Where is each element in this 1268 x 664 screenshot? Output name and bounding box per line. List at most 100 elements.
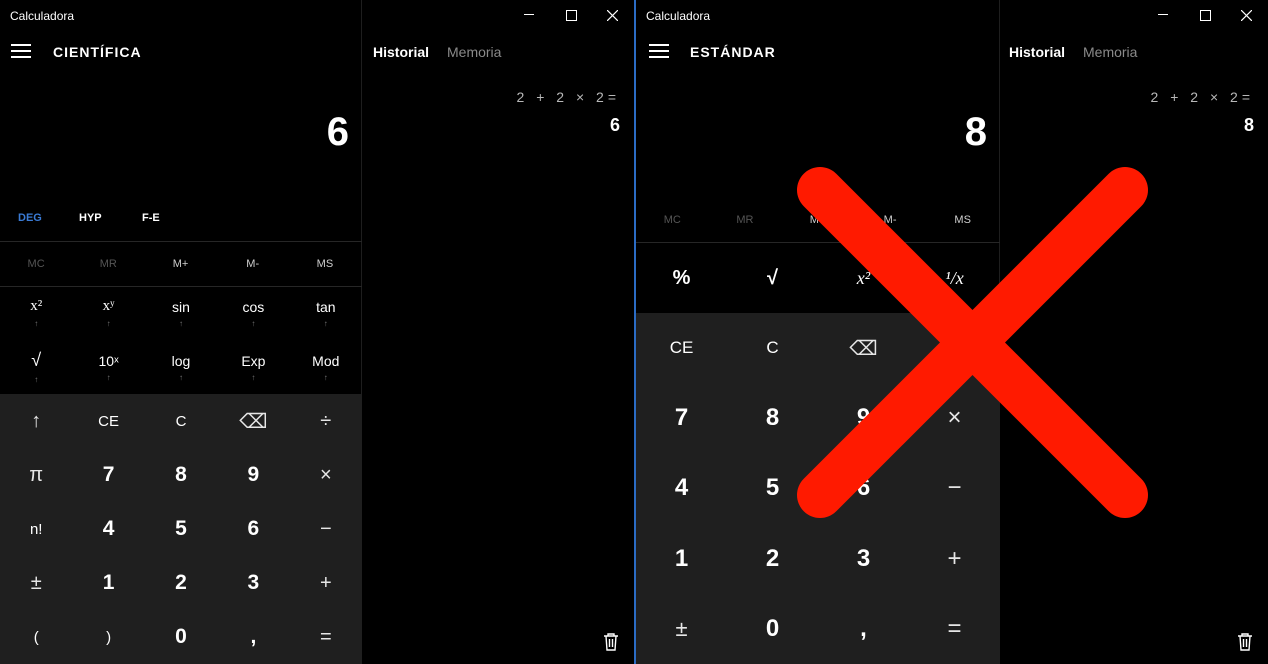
digit-8-button[interactable]: 8 xyxy=(145,448,217,502)
divide-button[interactable]: ÷ xyxy=(909,313,1000,383)
digit-4-button[interactable]: 4 xyxy=(72,502,144,556)
digit-1-button[interactable]: 1 xyxy=(636,524,727,594)
multiply-button[interactable]: × xyxy=(290,448,362,502)
history-result[interactable]: 6 xyxy=(610,115,620,136)
history-expression[interactable]: 2 + 2 × 2= xyxy=(1151,89,1254,105)
factorial-button[interactable]: n! xyxy=(0,502,72,556)
maximize-icon[interactable] xyxy=(1185,4,1225,26)
plus-button[interactable]: + xyxy=(909,524,1000,594)
sin-button[interactable]: sin ↑ xyxy=(145,286,217,340)
sqrt-button[interactable]: √ xyxy=(727,243,818,313)
clear-button[interactable]: C xyxy=(727,313,818,383)
arrow-up-icon: ↑ xyxy=(178,372,183,382)
log-button[interactable]: log ↑ xyxy=(145,340,217,394)
digit-6-button[interactable]: 6 xyxy=(217,502,289,556)
minus-button[interactable]: − xyxy=(909,453,1000,523)
arrow-up-icon: ↑ xyxy=(323,318,328,328)
equals-button[interactable]: = xyxy=(290,610,362,664)
menu-icon[interactable] xyxy=(11,44,31,58)
mod-button[interactable]: Mod ↑ xyxy=(290,340,362,394)
menu-icon[interactable] xyxy=(649,44,669,58)
backspace-button[interactable]: ⌫ xyxy=(217,394,289,448)
close-icon[interactable] xyxy=(1226,4,1266,26)
trash-icon[interactable] xyxy=(602,632,620,652)
maximize-icon[interactable] xyxy=(551,4,591,26)
clear-button[interactable]: C xyxy=(145,394,217,448)
tan-button[interactable]: tan ↑ xyxy=(290,286,362,340)
tab-historial[interactable]: Historial xyxy=(373,44,429,60)
m-plus-button[interactable]: M+ xyxy=(781,214,854,226)
reciprocal-button[interactable]: ¹/x xyxy=(909,243,1000,313)
clear-entry-button[interactable]: CE xyxy=(72,394,144,448)
tab-memoria[interactable]: Memoria xyxy=(1083,44,1137,60)
m-minus-button[interactable]: M- xyxy=(854,214,927,226)
backspace-button[interactable]: ⌫ xyxy=(818,313,909,383)
digit-5-button[interactable]: 5 xyxy=(727,453,818,523)
mc-button[interactable]: MC xyxy=(0,258,72,270)
digit-9-button[interactable]: 9 xyxy=(818,383,909,453)
app-title: Calculadora xyxy=(646,9,711,23)
digit-7-button[interactable]: 7 xyxy=(72,448,144,502)
open-paren-button[interactable]: ( xyxy=(0,610,72,664)
negate-button[interactable]: ± xyxy=(636,594,727,664)
equals-button[interactable]: = xyxy=(909,594,1000,664)
ms-button[interactable]: MS xyxy=(289,258,361,270)
scientific-calculator-window: Calculadora CIENTÍFICA 6 DEG HYP F-E MC … xyxy=(0,0,634,664)
digit-0-button[interactable]: 0 xyxy=(145,610,217,664)
digit-6-button[interactable]: 6 xyxy=(818,453,909,523)
percent-button[interactable]: % xyxy=(636,243,727,313)
digit-0-button[interactable]: 0 xyxy=(727,594,818,664)
digit-5-button[interactable]: 5 xyxy=(145,502,217,556)
minimize-icon[interactable] xyxy=(509,4,549,26)
mr-button[interactable]: MR xyxy=(72,258,144,270)
sqrt-button[interactable]: √ ↑ xyxy=(0,340,72,394)
pi-button[interactable]: π xyxy=(0,448,72,502)
close-icon[interactable] xyxy=(592,4,632,26)
fe-button[interactable]: F-E xyxy=(142,212,160,224)
digit-2-button[interactable]: 2 xyxy=(145,556,217,610)
clear-entry-button[interactable]: CE xyxy=(636,313,727,383)
digit-9-button[interactable]: 9 xyxy=(217,448,289,502)
history-result[interactable]: 8 xyxy=(1244,115,1254,136)
digit-3-button[interactable]: 3 xyxy=(217,556,289,610)
tab-memoria[interactable]: Memoria xyxy=(447,44,501,60)
minus-button[interactable]: − xyxy=(290,502,362,556)
memory-row: MC MR M+ M- MS xyxy=(636,214,999,226)
digit-8-button[interactable]: 8 xyxy=(727,383,818,453)
arrow-up-icon: ↑ xyxy=(106,372,111,382)
ten-power-button[interactable]: 10ˣ ↑ xyxy=(72,340,144,394)
mc-button[interactable]: MC xyxy=(636,214,709,226)
m-plus-button[interactable]: M+ xyxy=(144,258,216,270)
square-button[interactable]: x² xyxy=(818,243,909,313)
result-display: 8 xyxy=(964,110,987,154)
close-paren-button[interactable]: ) xyxy=(72,610,144,664)
digit-7-button[interactable]: 7 xyxy=(636,383,727,453)
digit-3-button[interactable]: 3 xyxy=(818,524,909,594)
minimize-icon[interactable] xyxy=(1143,4,1183,26)
trash-icon[interactable] xyxy=(1236,632,1254,652)
plus-button[interactable]: + xyxy=(290,556,362,610)
divide-button[interactable]: ÷ xyxy=(290,394,362,448)
ms-button[interactable]: MS xyxy=(926,214,999,226)
arrow-up-icon: ↑ xyxy=(323,372,328,382)
decimal-button[interactable]: , xyxy=(818,594,909,664)
shift-button[interactable]: ↑ xyxy=(0,394,72,448)
m-minus-button[interactable]: M- xyxy=(217,258,289,270)
cos-button[interactable]: cos ↑ xyxy=(217,286,289,340)
digit-2-button[interactable]: 2 xyxy=(727,524,818,594)
negate-button[interactable]: ± xyxy=(0,556,72,610)
multiply-button[interactable]: × xyxy=(909,383,1000,453)
digit-4-button[interactable]: 4 xyxy=(636,453,727,523)
mr-button[interactable]: MR xyxy=(709,214,782,226)
deg-button[interactable]: DEG xyxy=(18,212,42,224)
arrow-up-icon: ↑ xyxy=(178,318,183,328)
exp-button[interactable]: Exp ↑ xyxy=(217,340,289,394)
square-button[interactable]: x² ↑ xyxy=(0,286,72,340)
digit-1-button[interactable]: 1 xyxy=(72,556,144,610)
power-button[interactable]: xʸ ↑ xyxy=(72,286,144,340)
history-expression[interactable]: 2 + 2 × 2= xyxy=(517,89,620,105)
hyp-button[interactable]: HYP xyxy=(79,212,102,224)
decimal-button[interactable]: , xyxy=(217,610,289,664)
tab-historial[interactable]: Historial xyxy=(1009,44,1065,60)
arrow-up-icon: ↑ xyxy=(251,318,256,328)
